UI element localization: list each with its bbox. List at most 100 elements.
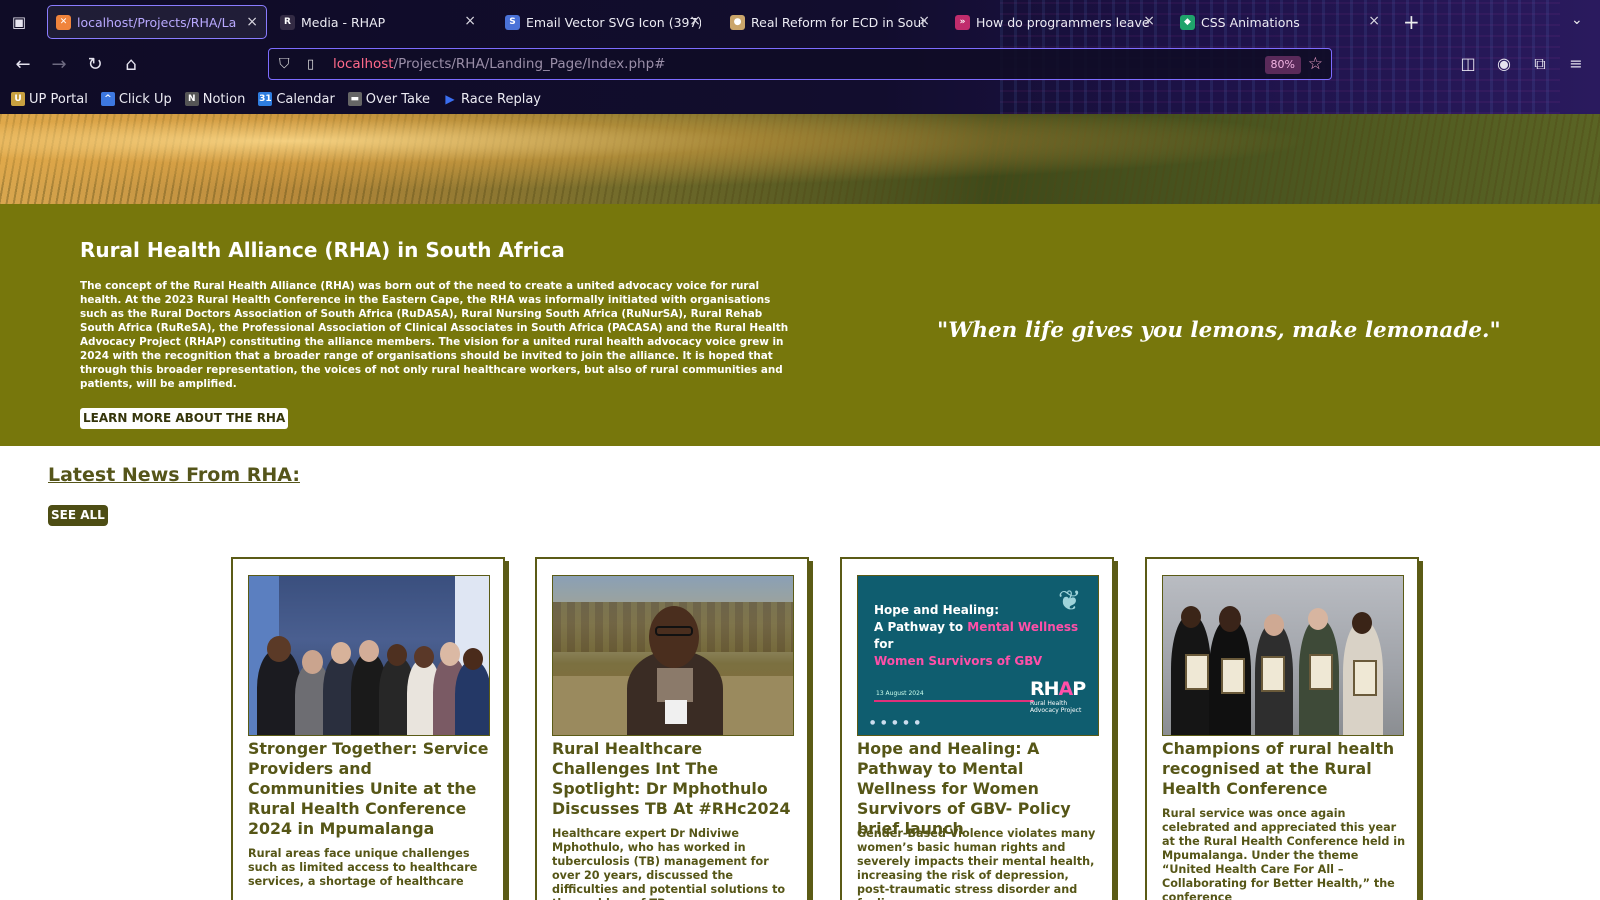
zoom-badge[interactable]: 80% [1264,56,1301,74]
home-icon[interactable]: ⌂ [119,53,143,77]
news-card-image[interactable] [248,575,490,736]
menu-icon[interactable]: ≡ [1565,53,1587,75]
tab-title: How do programmers leave [976,14,1150,30]
url-text[interactable]: localhost/Projects/RHA/Landing_Page/Inde… [333,56,665,72]
news-card[interactable]: Champions of rural health recognised at … [1145,557,1419,900]
new-tab-icon[interactable]: + [1403,10,1420,34]
tab-title: Real Reform for ECD in Sout [751,14,927,30]
clickup-icon: ^ [100,92,115,106]
shield-icon[interactable]: ⛉ [279,56,295,72]
hero-banner-image [0,114,1600,204]
calendar-icon: 31 [258,92,273,106]
rhap-icon: R [280,14,295,30]
close-tab-icon[interactable]: × [246,14,258,30]
overtake-icon: ▬ [347,92,362,106]
star-icon[interactable]: ☆ [1308,54,1323,74]
news-card-image[interactable] [552,575,794,736]
about-section: Rural Health Alliance (RHA) in South Afr… [0,204,1600,446]
news-card-image[interactable] [1162,575,1404,736]
tab-title: localhost/Projects/RHA/La [77,14,237,30]
pocket-icon[interactable]: ◫ [1457,53,1479,75]
bookmark-click-up[interactable]: ^ Click Up [100,92,172,107]
about-description: The concept of the Rural Health Alliance… [80,280,789,390]
see-all-button[interactable]: SEE ALL [48,505,108,526]
codepen-icon: ◆ [1180,14,1195,30]
extensions-icon[interactable]: ⧉ [1529,53,1551,75]
poster-logo-subtitle: Rural Health Advocacy Project [1030,700,1082,714]
poster-line-2a: A Pathway to [874,620,968,634]
svg-repo-icon: S [505,14,520,30]
news-card-title[interactable]: Champions of rural health recognised at … [1162,739,1407,799]
tab-programmers[interactable]: » How do programmers leave × [947,5,1163,39]
tab-email-svg[interactable]: S Email Vector SVG Icon (397) × [497,5,709,39]
carousel-dots: ● ● ● ● ● [870,719,922,726]
latest-news-heading[interactable]: Latest News From RHA: [48,464,300,486]
forward-icon[interactable]: → [47,53,71,77]
quote-text: "When life gives you lemons, make lemona… [937,318,1501,343]
news-card-title[interactable]: Stronger Together: Service Providers and… [248,739,493,839]
news-card-title[interactable]: Hope and Healing: A Pathway to Mental We… [857,739,1102,839]
news-card[interactable]: Stronger Together: Service Providers and… [231,557,505,900]
ecd-icon: ● [730,14,745,30]
tab-title: CSS Animations [1201,14,1300,30]
video-icon: » [955,14,970,30]
bookmark-label: UP Portal [29,91,88,107]
chevron-down-icon[interactable]: ⌄ [1571,12,1583,28]
url-path: /Projects/RHA/Landing_Page/Index.php# [393,56,666,72]
close-tab-icon[interactable]: × [464,13,476,29]
tab-list-icon[interactable]: ▣ [9,12,29,32]
poster-line-1: Hope and Healing: [874,603,1000,617]
close-tab-icon[interactable]: × [689,13,701,29]
up-icon: U [11,92,25,106]
news-card-excerpt: Healthcare expert Dr Ndiviwe Mphothulo, … [552,827,786,900]
page-icon[interactable]: ▯ [307,57,323,72]
close-tab-icon[interactable]: × [1143,13,1155,29]
browser-chrome: ▣ ✕ localhost/Projects/RHA/La × R Media … [0,0,1600,114]
tab-localhost[interactable]: ✕ localhost/Projects/RHA/La × [47,5,267,39]
close-tab-icon[interactable]: × [1368,13,1380,29]
url-host: localhost [333,56,394,72]
reload-icon[interactable]: ↻ [83,53,107,77]
notion-icon: N [184,92,199,106]
bookmark-calendar[interactable]: 31 Calendar [258,91,335,107]
news-card-excerpt: Gender-Based Violence violates many wome… [857,827,1096,900]
news-card-image[interactable]: ❦ Hope and Healing: A Pathway to Mental … [857,575,1099,736]
rhap-logo: RHAP [1030,678,1086,700]
fern-icon: ❦ [1058,584,1082,617]
close-tab-icon[interactable]: × [918,13,930,29]
poster-divider [874,700,1034,702]
logo-part: RH [1030,678,1060,700]
news-card-excerpt: Rural service was once again celebrated … [1162,807,1406,900]
about-title: Rural Health Alliance (RHA) in South Afr… [80,238,565,262]
news-card-title[interactable]: Rural Healthcare Challenges Int The Spot… [552,739,797,819]
bookmark-label: Notion [202,91,246,107]
account-icon[interactable]: ◉ [1493,53,1515,75]
news-card[interactable]: Rural Healthcare Challenges Int The Spot… [535,557,809,900]
logo-part: P [1072,678,1086,700]
tab-media-rhap[interactable]: R Media - RHAP × [272,5,484,39]
poster-line-2b: Mental Wellness [967,620,1079,634]
bookmark-label: Race Replay [461,91,541,107]
back-icon[interactable]: ← [11,53,35,77]
bookmark-label: Calendar [276,91,335,107]
news-card-excerpt: Rural areas face unique challenges such … [248,847,478,888]
poster-date: 13 August 2024 [876,690,924,697]
bookmarks-bar: U UP Portal ^ Click Up N Notion 31 Calen… [0,88,1600,110]
logo-part: A [1058,678,1074,700]
poster-line-3: Women Survivors of GBV [874,654,1043,668]
bookmark-label: Over Take [365,91,431,107]
tab-title: Email Vector SVG Icon (397) [526,14,701,30]
address-bar[interactable]: ⛉ ▯ localhost/Projects/RHA/Landing_Page/… [268,48,1332,80]
poster-line-2c: for [874,637,894,651]
bookmark-over-take[interactable]: ▬ Over Take [347,91,431,107]
bookmark-notion[interactable]: N Notion [184,91,246,107]
tab-ecd-reform[interactable]: ● Real Reform for ECD in Sout × [722,5,938,39]
news-card[interactable]: ❦ Hope and Healing: A Pathway to Mental … [840,557,1114,900]
learn-more-button[interactable]: LEARN MORE ABOUT THE RHA [80,408,289,429]
tab-css-animations[interactable]: ◆ CSS Animations × [1172,5,1388,39]
bookmark-race-replay[interactable]: ▶ Race Replay [443,92,541,107]
bookmark-up-portal[interactable]: U UP Portal [11,92,88,107]
poster-line-2: A Pathway to Mental Wellness for Women Su… [874,619,1094,670]
xampp-icon: ✕ [56,14,71,30]
play-icon: ▶ [445,92,455,106]
